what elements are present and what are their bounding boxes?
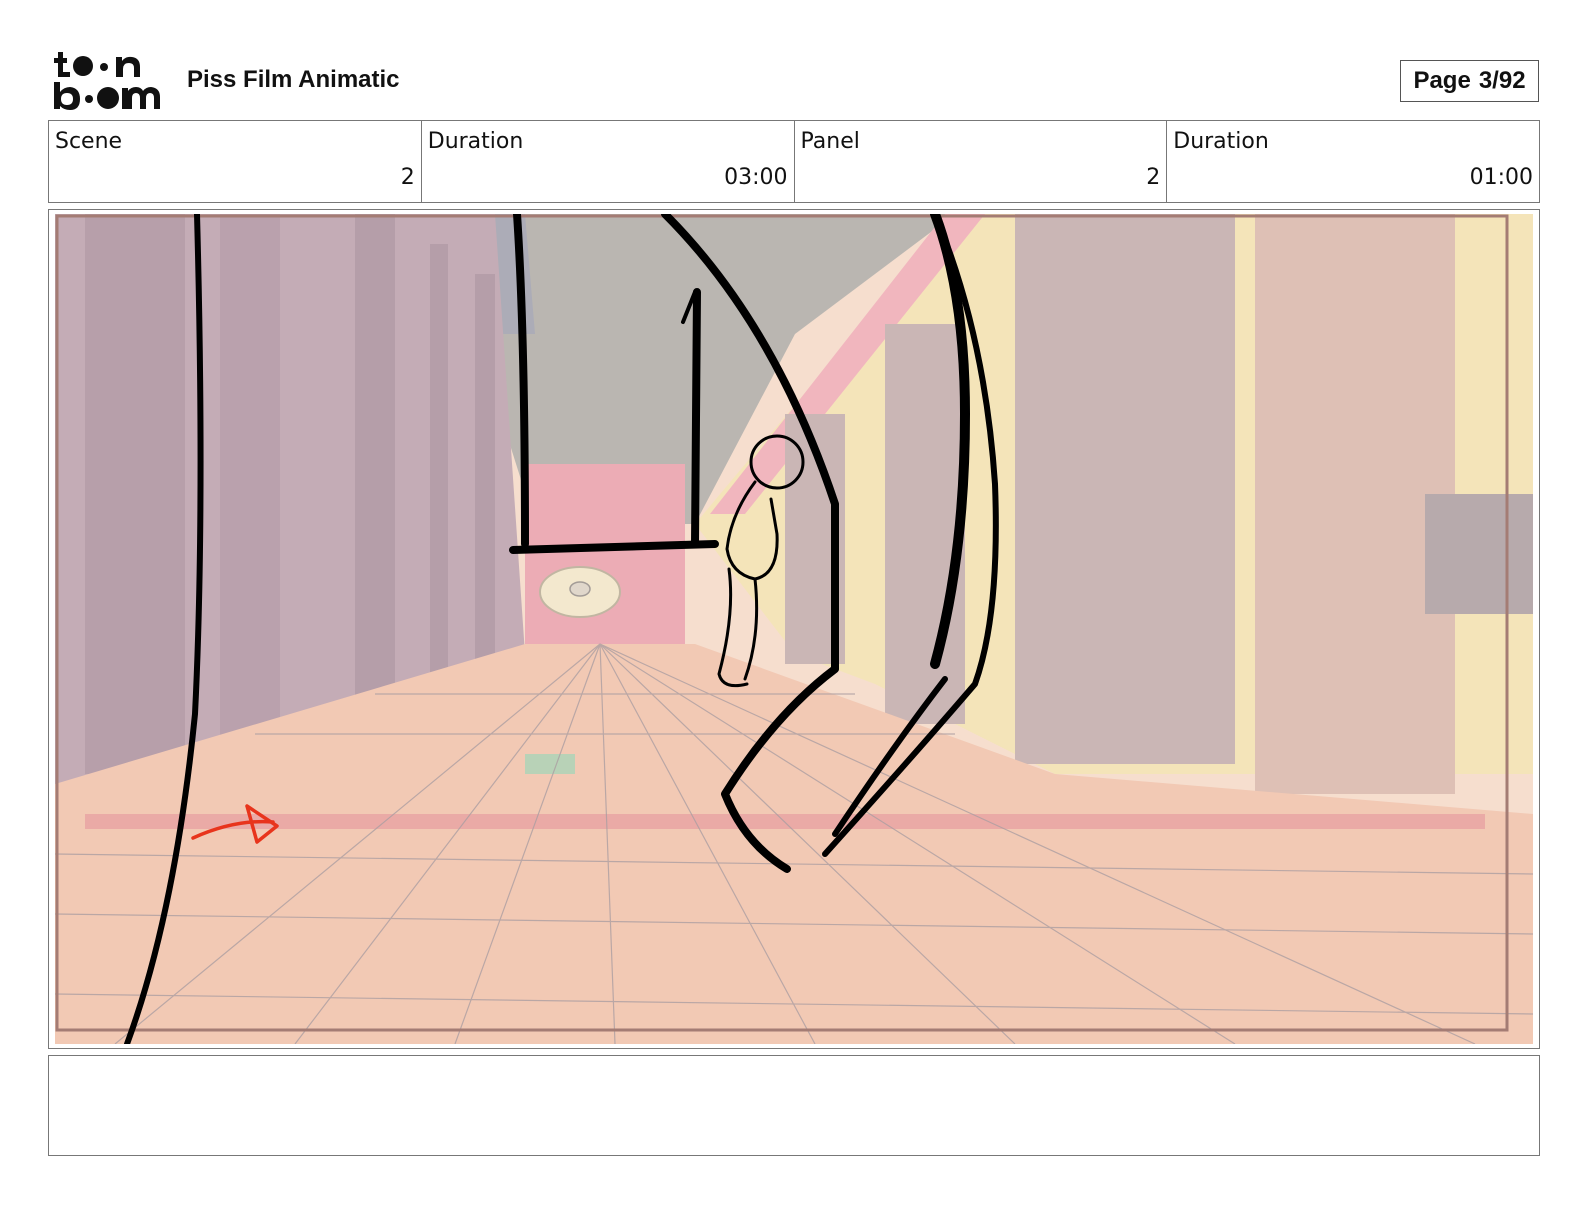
- document-title: Piss Film Animatic: [187, 66, 400, 93]
- panel-duration-cell: Duration 01:00: [1166, 121, 1539, 202]
- panel-artwork: [55, 214, 1533, 1044]
- scene-cell: Scene 2: [49, 121, 421, 202]
- panel-duration-label: Duration: [1173, 129, 1269, 154]
- panel-notes-text: [49, 1056, 1539, 1072]
- panel-notes-box: [48, 1055, 1540, 1156]
- scene-duration-label: Duration: [427, 129, 524, 154]
- toon-boom-logo: [54, 52, 160, 110]
- page-label: Page: [1413, 67, 1471, 94]
- scene-value: 2: [400, 165, 415, 190]
- scene-duration-cell: Duration 03:00: [420, 121, 794, 202]
- storyboard-panel: [48, 209, 1540, 1049]
- panel-label: Panel: [800, 129, 860, 154]
- scene-duration-value: 03:00: [724, 165, 788, 190]
- page-number: 3/92: [1478, 67, 1526, 94]
- panel-cell: Panel 2: [793, 121, 1167, 202]
- scene-info-table: Scene 2 Duration 03:00 Panel 2 Duration …: [48, 120, 1540, 203]
- scene-label: Scene: [55, 129, 123, 154]
- panel-value: 2: [1146, 165, 1161, 190]
- panel-duration-value: 01:00: [1469, 165, 1533, 190]
- page-indicator: Page 3/92: [1400, 60, 1539, 102]
